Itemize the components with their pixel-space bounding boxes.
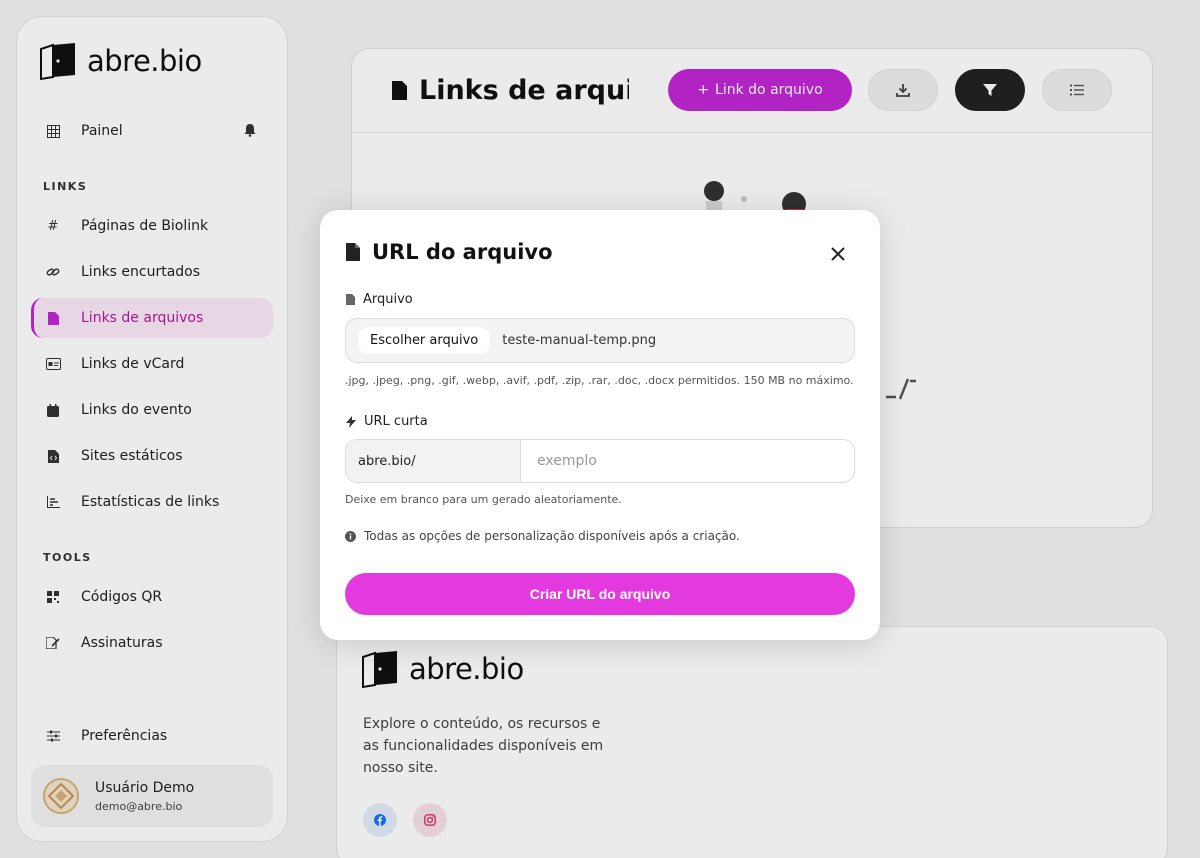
short-url-label-text: URL curta: [364, 414, 428, 429]
create-file-link-modal: URL do arquivo Arquivo Escolher arquivo …: [320, 210, 880, 640]
short-url-label: URL curta: [346, 414, 428, 429]
file-icon: [346, 243, 360, 261]
choose-file-button[interactable]: Escolher arquivo: [358, 327, 491, 354]
file-label: Arquivo: [346, 292, 413, 307]
file-help-text: .jpg, .jpeg, .png, .gif, .webp, .avif, .…: [345, 374, 854, 387]
close-icon: [831, 247, 845, 261]
url-prefix: abre.bio/: [346, 440, 521, 482]
short-url-input[interactable]: [521, 440, 854, 482]
file-icon: [346, 294, 355, 305]
info-icon: [345, 530, 356, 542]
short-url-field: abre.bio/: [345, 439, 855, 483]
modal-title: URL do arquivo: [346, 240, 553, 264]
file-input[interactable]: Escolher arquivo teste-manual-temp.png: [345, 318, 855, 363]
bolt-icon: [346, 415, 356, 428]
modal-title-text: URL do arquivo: [372, 240, 553, 264]
file-label-text: Arquivo: [363, 292, 413, 307]
info-note-text: Todas as opções de personalização dispon…: [364, 529, 740, 543]
selected-file-name: teste-manual-temp.png: [502, 333, 657, 348]
create-file-url-button[interactable]: Criar URL do arquivo: [345, 573, 855, 615]
short-url-help-text: Deixe em branco para um gerado aleatoria…: [345, 493, 622, 506]
info-note: Todas as opções de personalização dispon…: [345, 529, 740, 543]
close-button[interactable]: [828, 244, 848, 264]
